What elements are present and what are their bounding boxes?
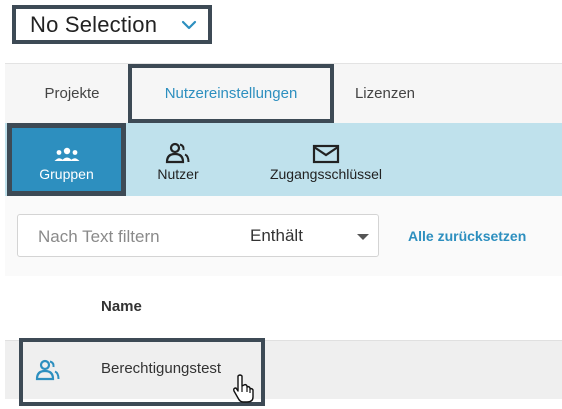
subtab-gruppen-label: Gruppen	[39, 165, 94, 182]
envelope-icon	[312, 138, 340, 164]
caret-down-icon[interactable]	[357, 234, 369, 240]
subtab-zugangsschluessel-label: Zugangsschlüssel	[269, 165, 383, 182]
filter-bar: Nach Text filtern Enthält Alle zurückset…	[5, 196, 562, 276]
tab-nutzereinstellungen[interactable]: Nutzereinstellungen	[128, 64, 334, 123]
main-tabs: Projekte Nutzereinstellungen Lizenzen	[5, 63, 562, 124]
selection-dropdown[interactable]: No Selection	[12, 5, 212, 44]
selection-value: No Selection	[30, 11, 158, 37]
filter-operator-select[interactable]: Enthält	[250, 226, 303, 246]
hand-pointer-icon	[232, 374, 256, 409]
subtab-gruppen[interactable]: Gruppen	[7, 123, 126, 196]
text-filter-input[interactable]: Nach Text filtern Enthält	[17, 214, 379, 257]
table-header: Name	[5, 276, 562, 338]
subtab-nutzer-label: Nutzer	[157, 165, 199, 182]
column-header-name[interactable]: Name	[101, 298, 142, 315]
sub-tabs: Gruppen Nutzer Zugangsschlüssel	[5, 123, 562, 196]
reset-all-link[interactable]: Alle zurücksetzen	[408, 228, 526, 244]
subtab-nutzer[interactable]: Nutzer	[133, 123, 223, 196]
user-icon	[165, 138, 191, 164]
row-highlight-frame	[19, 338, 265, 406]
group-icon	[53, 138, 81, 164]
subtab-zugangsschluessel[interactable]: Zugangsschlüssel	[245, 123, 407, 196]
tab-lizenzen[interactable]: Lizenzen	[335, 64, 435, 123]
tab-projekte[interactable]: Projekte	[19, 64, 125, 123]
chevron-down-icon	[178, 14, 200, 36]
filter-placeholder: Nach Text filtern	[38, 227, 160, 246]
